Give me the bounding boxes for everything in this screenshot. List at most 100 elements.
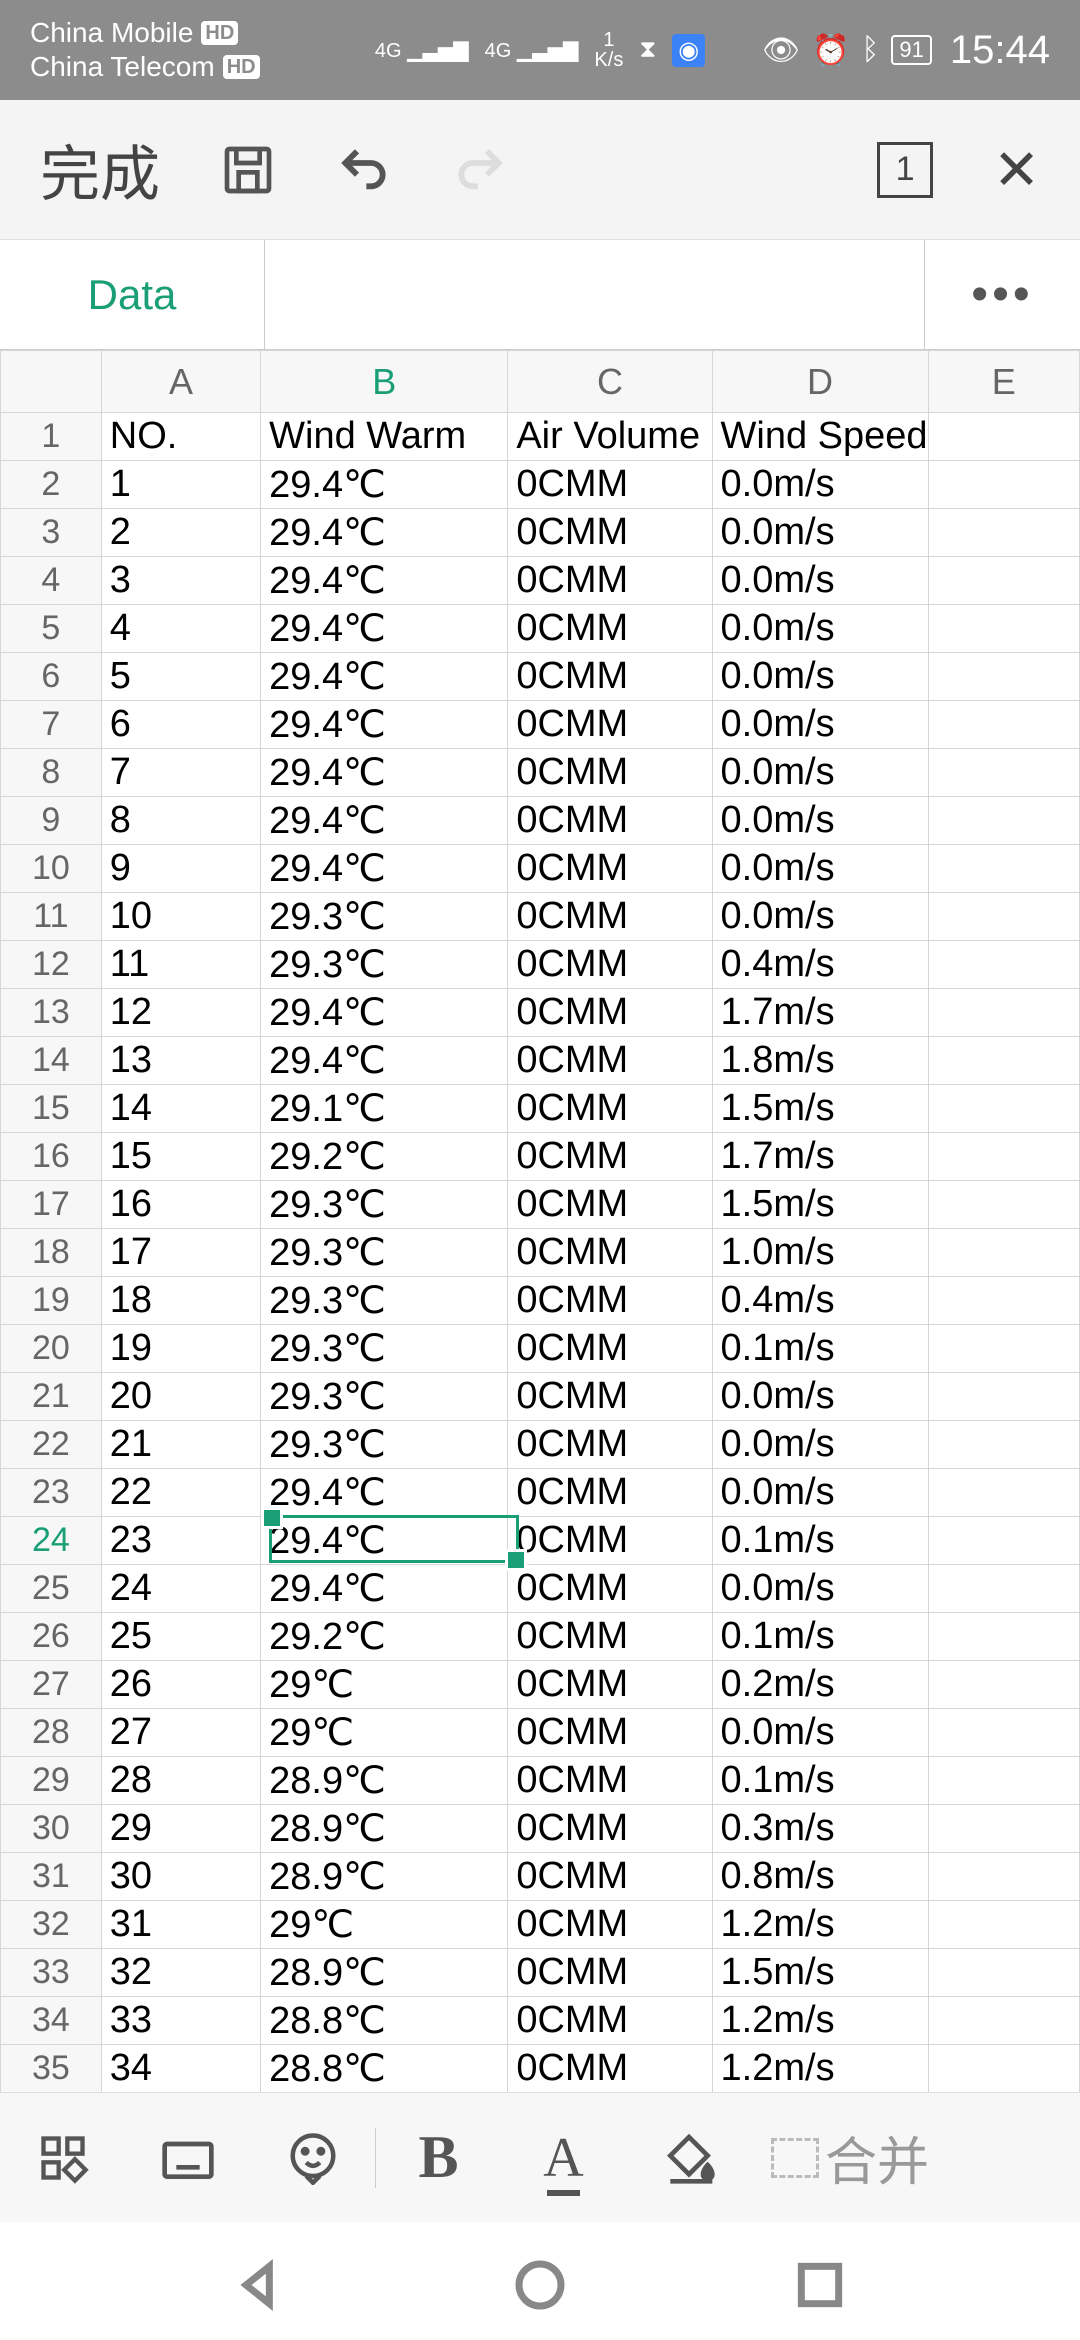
cell[interactable] (928, 1421, 1079, 1469)
row-header[interactable]: 25 (1, 1565, 102, 1613)
cell[interactable]: 0.4m/s (712, 941, 928, 989)
cell[interactable]: 29.4℃ (261, 1469, 508, 1517)
cell[interactable]: 31 (101, 1901, 260, 1949)
cell[interactable]: 0CMM (508, 797, 712, 845)
cell[interactable]: 29.4℃ (261, 461, 508, 509)
cell[interactable] (928, 1997, 1079, 2045)
row-header[interactable]: 29 (1, 1757, 102, 1805)
save-icon[interactable] (220, 142, 276, 198)
cell[interactable]: 0CMM (508, 2045, 712, 2093)
row-header[interactable]: 4 (1, 557, 102, 605)
cell[interactable] (928, 1133, 1079, 1181)
row-header[interactable]: 9 (1, 797, 102, 845)
cell[interactable]: 5 (101, 653, 260, 701)
cell[interactable]: 29.3℃ (261, 941, 508, 989)
cell[interactable]: 0CMM (508, 1469, 712, 1517)
cell[interactable]: 0CMM (508, 1901, 712, 1949)
cell[interactable]: 1.5m/s (712, 1085, 928, 1133)
row-header[interactable]: 34 (1, 1997, 102, 2045)
cell[interactable]: 24 (101, 1565, 260, 1613)
cell[interactable]: 28.9℃ (261, 1853, 508, 1901)
cell[interactable]: 30 (101, 1853, 260, 1901)
home-icon[interactable] (512, 2257, 568, 2318)
cell[interactable]: 32 (101, 1949, 260, 1997)
row-header[interactable]: 21 (1, 1373, 102, 1421)
cell[interactable] (928, 509, 1079, 557)
cell[interactable]: 29℃ (261, 1709, 508, 1757)
corner-cell[interactable] (1, 351, 102, 413)
cell[interactable]: 0CMM (508, 1949, 712, 1997)
cell[interactable]: 0.4m/s (712, 1277, 928, 1325)
cell[interactable]: 3 (101, 557, 260, 605)
cell[interactable]: 1.2m/s (712, 1997, 928, 2045)
cell[interactable]: 0CMM (508, 941, 712, 989)
cell[interactable]: 29.3℃ (261, 1229, 508, 1277)
cell[interactable]: 6 (101, 701, 260, 749)
cell[interactable] (928, 413, 1079, 461)
cell[interactable]: 29.4℃ (261, 701, 508, 749)
cell[interactable]: 0.1m/s (712, 1517, 928, 1565)
cell[interactable]: 29.4℃ (261, 797, 508, 845)
row-header[interactable]: 32 (1, 1901, 102, 1949)
cell[interactable]: 12 (101, 989, 260, 1037)
cell[interactable] (928, 1853, 1079, 1901)
cell[interactable]: 22 (101, 1469, 260, 1517)
cell[interactable] (928, 653, 1079, 701)
cell[interactable]: 29℃ (261, 1901, 508, 1949)
cell[interactable] (928, 1085, 1079, 1133)
row-header[interactable]: 24 (1, 1517, 102, 1565)
col-header-A[interactable]: A (101, 351, 260, 413)
cell[interactable]: 0CMM (508, 605, 712, 653)
cell[interactable]: 0.0m/s (712, 749, 928, 797)
row-header[interactable]: 17 (1, 1181, 102, 1229)
cell[interactable] (928, 1949, 1079, 1997)
cell[interactable]: 0CMM (508, 1421, 712, 1469)
cell[interactable]: 0CMM (508, 1373, 712, 1421)
row-header[interactable]: 31 (1, 1853, 102, 1901)
tab-empty[interactable] (265, 240, 925, 349)
cell[interactable]: 0CMM (508, 1229, 712, 1277)
cell[interactable] (928, 941, 1079, 989)
tab-data[interactable]: Data (0, 240, 265, 349)
cell[interactable]: 19 (101, 1325, 260, 1373)
row-header[interactable]: 10 (1, 845, 102, 893)
col-header-C[interactable]: C (508, 351, 712, 413)
cell[interactable]: 1.0m/s (712, 1229, 928, 1277)
cell[interactable]: 0CMM (508, 1277, 712, 1325)
cell[interactable]: 0CMM (508, 893, 712, 941)
cell[interactable] (928, 1805, 1079, 1853)
cell[interactable]: 0CMM (508, 989, 712, 1037)
cell[interactable]: 0.0m/s (712, 653, 928, 701)
cell[interactable]: 0CMM (508, 1613, 712, 1661)
cell[interactable]: 0.0m/s (712, 557, 928, 605)
cell[interactable] (928, 845, 1079, 893)
cell[interactable] (928, 605, 1079, 653)
row-header[interactable]: 14 (1, 1037, 102, 1085)
cell[interactable]: 13 (101, 1037, 260, 1085)
keyboard-icon[interactable] (125, 2134, 250, 2182)
cell[interactable] (928, 1901, 1079, 1949)
row-header[interactable]: 16 (1, 1133, 102, 1181)
cell[interactable]: 10 (101, 893, 260, 941)
cell[interactable]: 0CMM (508, 1997, 712, 2045)
cell[interactable]: 29.4℃ (261, 749, 508, 797)
cell[interactable]: 33 (101, 1997, 260, 2045)
recent-icon[interactable] (792, 2257, 848, 2318)
cell[interactable]: 0CMM (508, 1325, 712, 1373)
row-header[interactable]: 23 (1, 1469, 102, 1517)
cell[interactable] (928, 797, 1079, 845)
assistant-icon[interactable] (250, 2131, 375, 2185)
cell[interactable] (928, 749, 1079, 797)
cell[interactable]: 0.3m/s (712, 1805, 928, 1853)
cell[interactable]: 25 (101, 1613, 260, 1661)
cell[interactable]: 1.5m/s (712, 1181, 928, 1229)
row-header[interactable]: 7 (1, 701, 102, 749)
row-header[interactable]: 30 (1, 1805, 102, 1853)
cell[interactable]: 0.2m/s (712, 1661, 928, 1709)
done-button[interactable]: 完成 (40, 126, 160, 213)
cell[interactable]: Air Volume (508, 413, 712, 461)
cell[interactable]: 0CMM (508, 1757, 712, 1805)
cell[interactable]: Wind Warm (261, 413, 508, 461)
cell[interactable] (928, 557, 1079, 605)
cell[interactable]: 29.4℃ (261, 1037, 508, 1085)
